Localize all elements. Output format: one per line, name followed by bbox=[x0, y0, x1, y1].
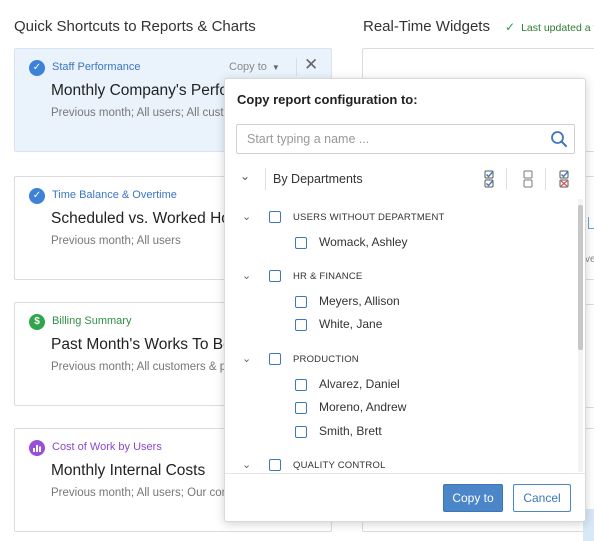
divider bbox=[506, 168, 507, 190]
popup-title: Copy report configuration to: bbox=[237, 92, 418, 107]
user-row[interactable]: Womack, Ashley bbox=[226, 235, 566, 253]
check-badge-icon: ✓ bbox=[29, 60, 45, 76]
chevron-down-icon[interactable]: ⌄ bbox=[242, 210, 251, 223]
group-row[interactable]: ⌄ USERS WITHOUT DEPARTMENT bbox=[226, 210, 566, 228]
search-icon[interactable] bbox=[550, 130, 568, 153]
group-checkbox[interactable] bbox=[269, 270, 281, 282]
user-row[interactable]: Moreno, Andrew bbox=[226, 400, 566, 418]
user-row[interactable]: White, Jane bbox=[226, 317, 566, 335]
user-checkbox[interactable] bbox=[295, 237, 307, 249]
group-checkbox[interactable] bbox=[269, 353, 281, 365]
report-kind: Staff Performance bbox=[52, 61, 141, 73]
chevron-down-icon[interactable]: ⌄ bbox=[242, 269, 251, 282]
check-badge-icon: ✓ bbox=[29, 188, 45, 204]
search-box bbox=[236, 124, 575, 154]
widgets-section-title: Real-Time Widgets bbox=[363, 18, 490, 35]
user-checkbox[interactable] bbox=[295, 319, 307, 331]
user-row[interactable]: Meyers, Allison bbox=[226, 294, 566, 312]
group-label: HR & FINANCE bbox=[293, 271, 363, 282]
user-tree-list[interactable]: ⌄ USERS WITHOUT DEPARTMENT Womack, Ashle… bbox=[226, 199, 585, 472]
last-updated-status: ✓ Last updated a f bbox=[505, 20, 594, 34]
invert-selection-icon[interactable] bbox=[558, 169, 572, 189]
group-by-select[interactable]: By Departments bbox=[273, 172, 363, 186]
group-label: USERS WITHOUT DEPARTMENT bbox=[293, 212, 445, 223]
widget-peek-text: ve bbox=[585, 254, 594, 265]
shortcuts-section-title: Quick Shortcuts to Reports & Charts bbox=[14, 18, 256, 35]
group-row[interactable]: ⌄ HR & FINANCE bbox=[226, 269, 566, 287]
dollar-badge-icon: $ bbox=[29, 314, 45, 330]
group-label: PRODUCTION bbox=[293, 354, 359, 365]
group-row[interactable]: ⌄ QUALITY CONTROL bbox=[226, 458, 566, 472]
group-row[interactable]: ⌄ PRODUCTION bbox=[226, 352, 566, 370]
widget-chart-line bbox=[588, 217, 594, 229]
search-input[interactable] bbox=[237, 125, 537, 153]
copy-to-label: Copy to bbox=[229, 61, 267, 73]
copy-to-button[interactable]: Copy to bbox=[443, 484, 503, 512]
user-label: White, Jane bbox=[319, 317, 383, 331]
group-by-bar: ⌄ By Departments bbox=[236, 165, 575, 193]
cancel-button[interactable]: Cancel bbox=[513, 484, 571, 512]
user-label: Smith, Brett bbox=[319, 424, 382, 438]
copy-to-dropdown[interactable]: Copy to ▼ bbox=[229, 61, 280, 73]
user-row[interactable]: Alvarez, Daniel bbox=[226, 377, 566, 395]
user-checkbox[interactable] bbox=[295, 426, 307, 438]
user-label: Meyers, Allison bbox=[319, 294, 400, 308]
report-kind: Cost of Work by Users bbox=[52, 441, 162, 453]
user-row[interactable]: Smith, Brett bbox=[226, 424, 566, 442]
chart-badge-icon bbox=[29, 440, 45, 456]
divider bbox=[545, 168, 546, 190]
checkmark-icon: ✓ bbox=[505, 20, 516, 34]
deselect-all-icon[interactable] bbox=[522, 169, 536, 189]
user-label: Moreno, Andrew bbox=[319, 400, 407, 414]
divider bbox=[265, 168, 266, 190]
scrollbar-thumb[interactable] bbox=[578, 205, 583, 350]
chevron-down-icon[interactable]: ⌄ bbox=[242, 458, 251, 471]
caret-down-icon: ▼ bbox=[271, 63, 280, 72]
report-kind: Billing Summary bbox=[52, 315, 132, 327]
popup-footer: Copy to Cancel bbox=[225, 473, 585, 521]
chevron-down-icon[interactable]: ⌄ bbox=[242, 352, 251, 365]
group-checkbox[interactable] bbox=[269, 459, 281, 471]
divider bbox=[296, 58, 297, 76]
user-checkbox[interactable] bbox=[295, 379, 307, 391]
collapse-all-chevron-icon[interactable]: ⌄ bbox=[240, 169, 250, 183]
copy-report-popup: Copy report configuration to: ⌄ By Depar… bbox=[224, 78, 586, 522]
close-icon[interactable]: ✕ bbox=[304, 55, 318, 75]
scrollbar[interactable] bbox=[578, 199, 583, 472]
user-label: Womack, Ashley bbox=[319, 235, 408, 249]
report-kind: Time Balance & Overtime bbox=[52, 189, 177, 201]
group-label: QUALITY CONTROL bbox=[293, 460, 386, 471]
last-updated-text: Last updated a f bbox=[521, 22, 594, 34]
user-checkbox[interactable] bbox=[295, 402, 307, 414]
user-label: Alvarez, Daniel bbox=[319, 377, 400, 391]
user-checkbox[interactable] bbox=[295, 296, 307, 308]
select-all-icon[interactable] bbox=[483, 169, 497, 189]
group-checkbox[interactable] bbox=[269, 211, 281, 223]
